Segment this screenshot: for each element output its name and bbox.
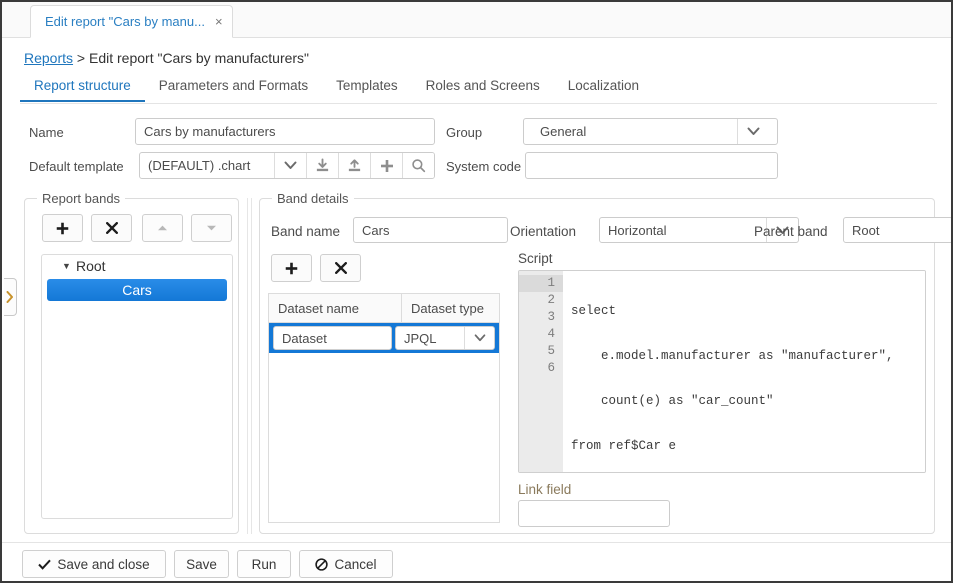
- cancel-label: Cancel: [334, 557, 376, 572]
- line-number: 6: [519, 360, 563, 377]
- band-name-input[interactable]: [353, 217, 508, 243]
- tab-report-structure[interactable]: Report structure: [20, 78, 145, 102]
- breadcrumb-separator: >: [77, 50, 85, 66]
- band-details-panel: Band details Band name Orientation Horiz…: [259, 198, 935, 534]
- group-label: Group: [446, 125, 482, 140]
- plus-icon[interactable]: [370, 153, 402, 178]
- ban-icon: [315, 558, 328, 571]
- chevron-down-icon[interactable]: [464, 327, 494, 349]
- script-label: Script: [518, 251, 553, 266]
- app-tab-edit-report[interactable]: Edit report "Cars by manu... ×: [30, 5, 233, 38]
- sidebar-expand-handle[interactable]: [4, 278, 17, 316]
- group-select[interactable]: General: [523, 118, 778, 145]
- orientation-label: Orientation: [510, 224, 576, 239]
- delete-band-button[interactable]: [91, 214, 132, 242]
- application-window: Edit report "Cars by manu... × Reports >…: [0, 0, 953, 583]
- line-number: 5: [519, 343, 563, 360]
- default-template-label: Default template: [29, 159, 124, 174]
- tab-templates[interactable]: Templates: [322, 78, 412, 100]
- tree-node-root-label: Root: [76, 258, 106, 274]
- dataset-table: Dataset name Dataset type Dataset JPQL: [268, 293, 500, 523]
- run-label: Run: [252, 557, 277, 572]
- tree-node-cars-label: Cars: [122, 282, 152, 298]
- dataset-type-value: JPQL: [396, 331, 464, 346]
- upload-icon[interactable]: [338, 153, 370, 178]
- breadcrumb-link-reports[interactable]: Reports: [24, 50, 73, 66]
- panel-splitter[interactable]: [247, 198, 248, 534]
- default-template-value[interactable]: (DEFAULT) .chart: [140, 153, 274, 178]
- script-editor[interactable]: 1 2 3 4 5 6 select e.model.manufacturer …: [518, 270, 926, 473]
- breadcrumb: Reports > Edit report "Cars by manufactu…: [24, 50, 309, 66]
- chevron-down-icon[interactable]: [737, 119, 769, 144]
- add-dataset-button[interactable]: [271, 254, 312, 282]
- report-bands-legend: Report bands: [37, 191, 125, 206]
- group-select-value: General: [532, 124, 737, 139]
- add-band-button[interactable]: [42, 214, 83, 242]
- save-button[interactable]: Save: [174, 550, 229, 578]
- breadcrumb-current: Edit report "Cars by manufacturers": [89, 50, 309, 66]
- tab-parameters-and-formats[interactable]: Parameters and Formats: [145, 78, 322, 100]
- line-number: 1: [519, 275, 563, 292]
- panel-splitter-second-rail: [251, 198, 252, 534]
- move-band-down-button[interactable]: [191, 214, 232, 242]
- tab-strip: Edit report "Cars by manu... ×: [2, 2, 951, 38]
- chevron-down-icon[interactable]: [274, 153, 306, 178]
- download-icon[interactable]: [306, 153, 338, 178]
- run-button[interactable]: Run: [237, 550, 291, 578]
- column-header-dataset-type[interactable]: Dataset type: [402, 294, 499, 322]
- save-label: Save: [186, 557, 217, 572]
- link-field-label: Link field: [518, 482, 571, 497]
- code-line: from ref$Car e: [571, 438, 925, 455]
- report-bands-panel: Report bands ▼ Root Cars: [24, 198, 239, 534]
- column-header-dataset-name[interactable]: Dataset name: [269, 294, 402, 322]
- band-name-label: Band name: [271, 224, 340, 239]
- code-line: e.model.manufacturer as "manufacturer",: [571, 348, 925, 365]
- orientation-value: Horizontal: [600, 223, 766, 238]
- tab-roles-and-screens[interactable]: Roles and Screens: [412, 78, 554, 100]
- dataset-type-select[interactable]: JPQL: [395, 326, 495, 350]
- cancel-button[interactable]: Cancel: [299, 550, 393, 578]
- system-code-label: System code: [446, 159, 521, 174]
- tab-localization[interactable]: Localization: [554, 78, 653, 100]
- report-bands-tree: ▼ Root Cars: [41, 254, 233, 519]
- search-icon[interactable]: [402, 153, 434, 178]
- tree-node-root[interactable]: ▼ Root: [42, 255, 232, 277]
- band-details-legend: Band details: [272, 191, 354, 206]
- nav-tabs: Report structure Parameters and Formats …: [20, 78, 933, 104]
- code-line: select: [571, 303, 925, 320]
- system-code-input[interactable]: [525, 152, 778, 179]
- default-template-group: (DEFAULT) .chart: [139, 152, 435, 179]
- save-and-close-label: Save and close: [57, 557, 149, 572]
- name-input[interactable]: [135, 118, 435, 145]
- script-code[interactable]: select e.model.manufacturer as "manufact…: [563, 271, 925, 472]
- move-band-up-button[interactable]: [142, 214, 183, 242]
- footer-toolbar: Save and close Save Run Cancel: [2, 542, 951, 582]
- close-icon[interactable]: ×: [215, 15, 223, 28]
- check-icon: [38, 559, 51, 570]
- dataset-name-input[interactable]: Dataset: [273, 326, 392, 350]
- delete-dataset-button[interactable]: [320, 254, 361, 282]
- table-row[interactable]: Dataset JPQL: [269, 323, 499, 353]
- nav-tabs-divider: [20, 103, 937, 104]
- parent-band-label: Parent band: [754, 224, 828, 239]
- line-number: 2: [519, 292, 563, 309]
- script-line-numbers: 1 2 3 4 5 6: [519, 271, 563, 472]
- dataset-table-header: Dataset name Dataset type: [269, 294, 499, 323]
- line-number: 3: [519, 309, 563, 326]
- line-number: 4: [519, 326, 563, 343]
- name-label: Name: [29, 125, 64, 140]
- app-tab-label: Edit report "Cars by manu...: [45, 14, 205, 29]
- chevron-down-icon[interactable]: ▼: [62, 261, 76, 271]
- code-line: count(e) as "car_count": [571, 393, 925, 410]
- link-field-input[interactable]: [518, 500, 670, 527]
- save-and-close-button[interactable]: Save and close: [22, 550, 166, 578]
- tree-node-cars[interactable]: Cars: [47, 279, 227, 301]
- parent-band-input[interactable]: [843, 217, 953, 243]
